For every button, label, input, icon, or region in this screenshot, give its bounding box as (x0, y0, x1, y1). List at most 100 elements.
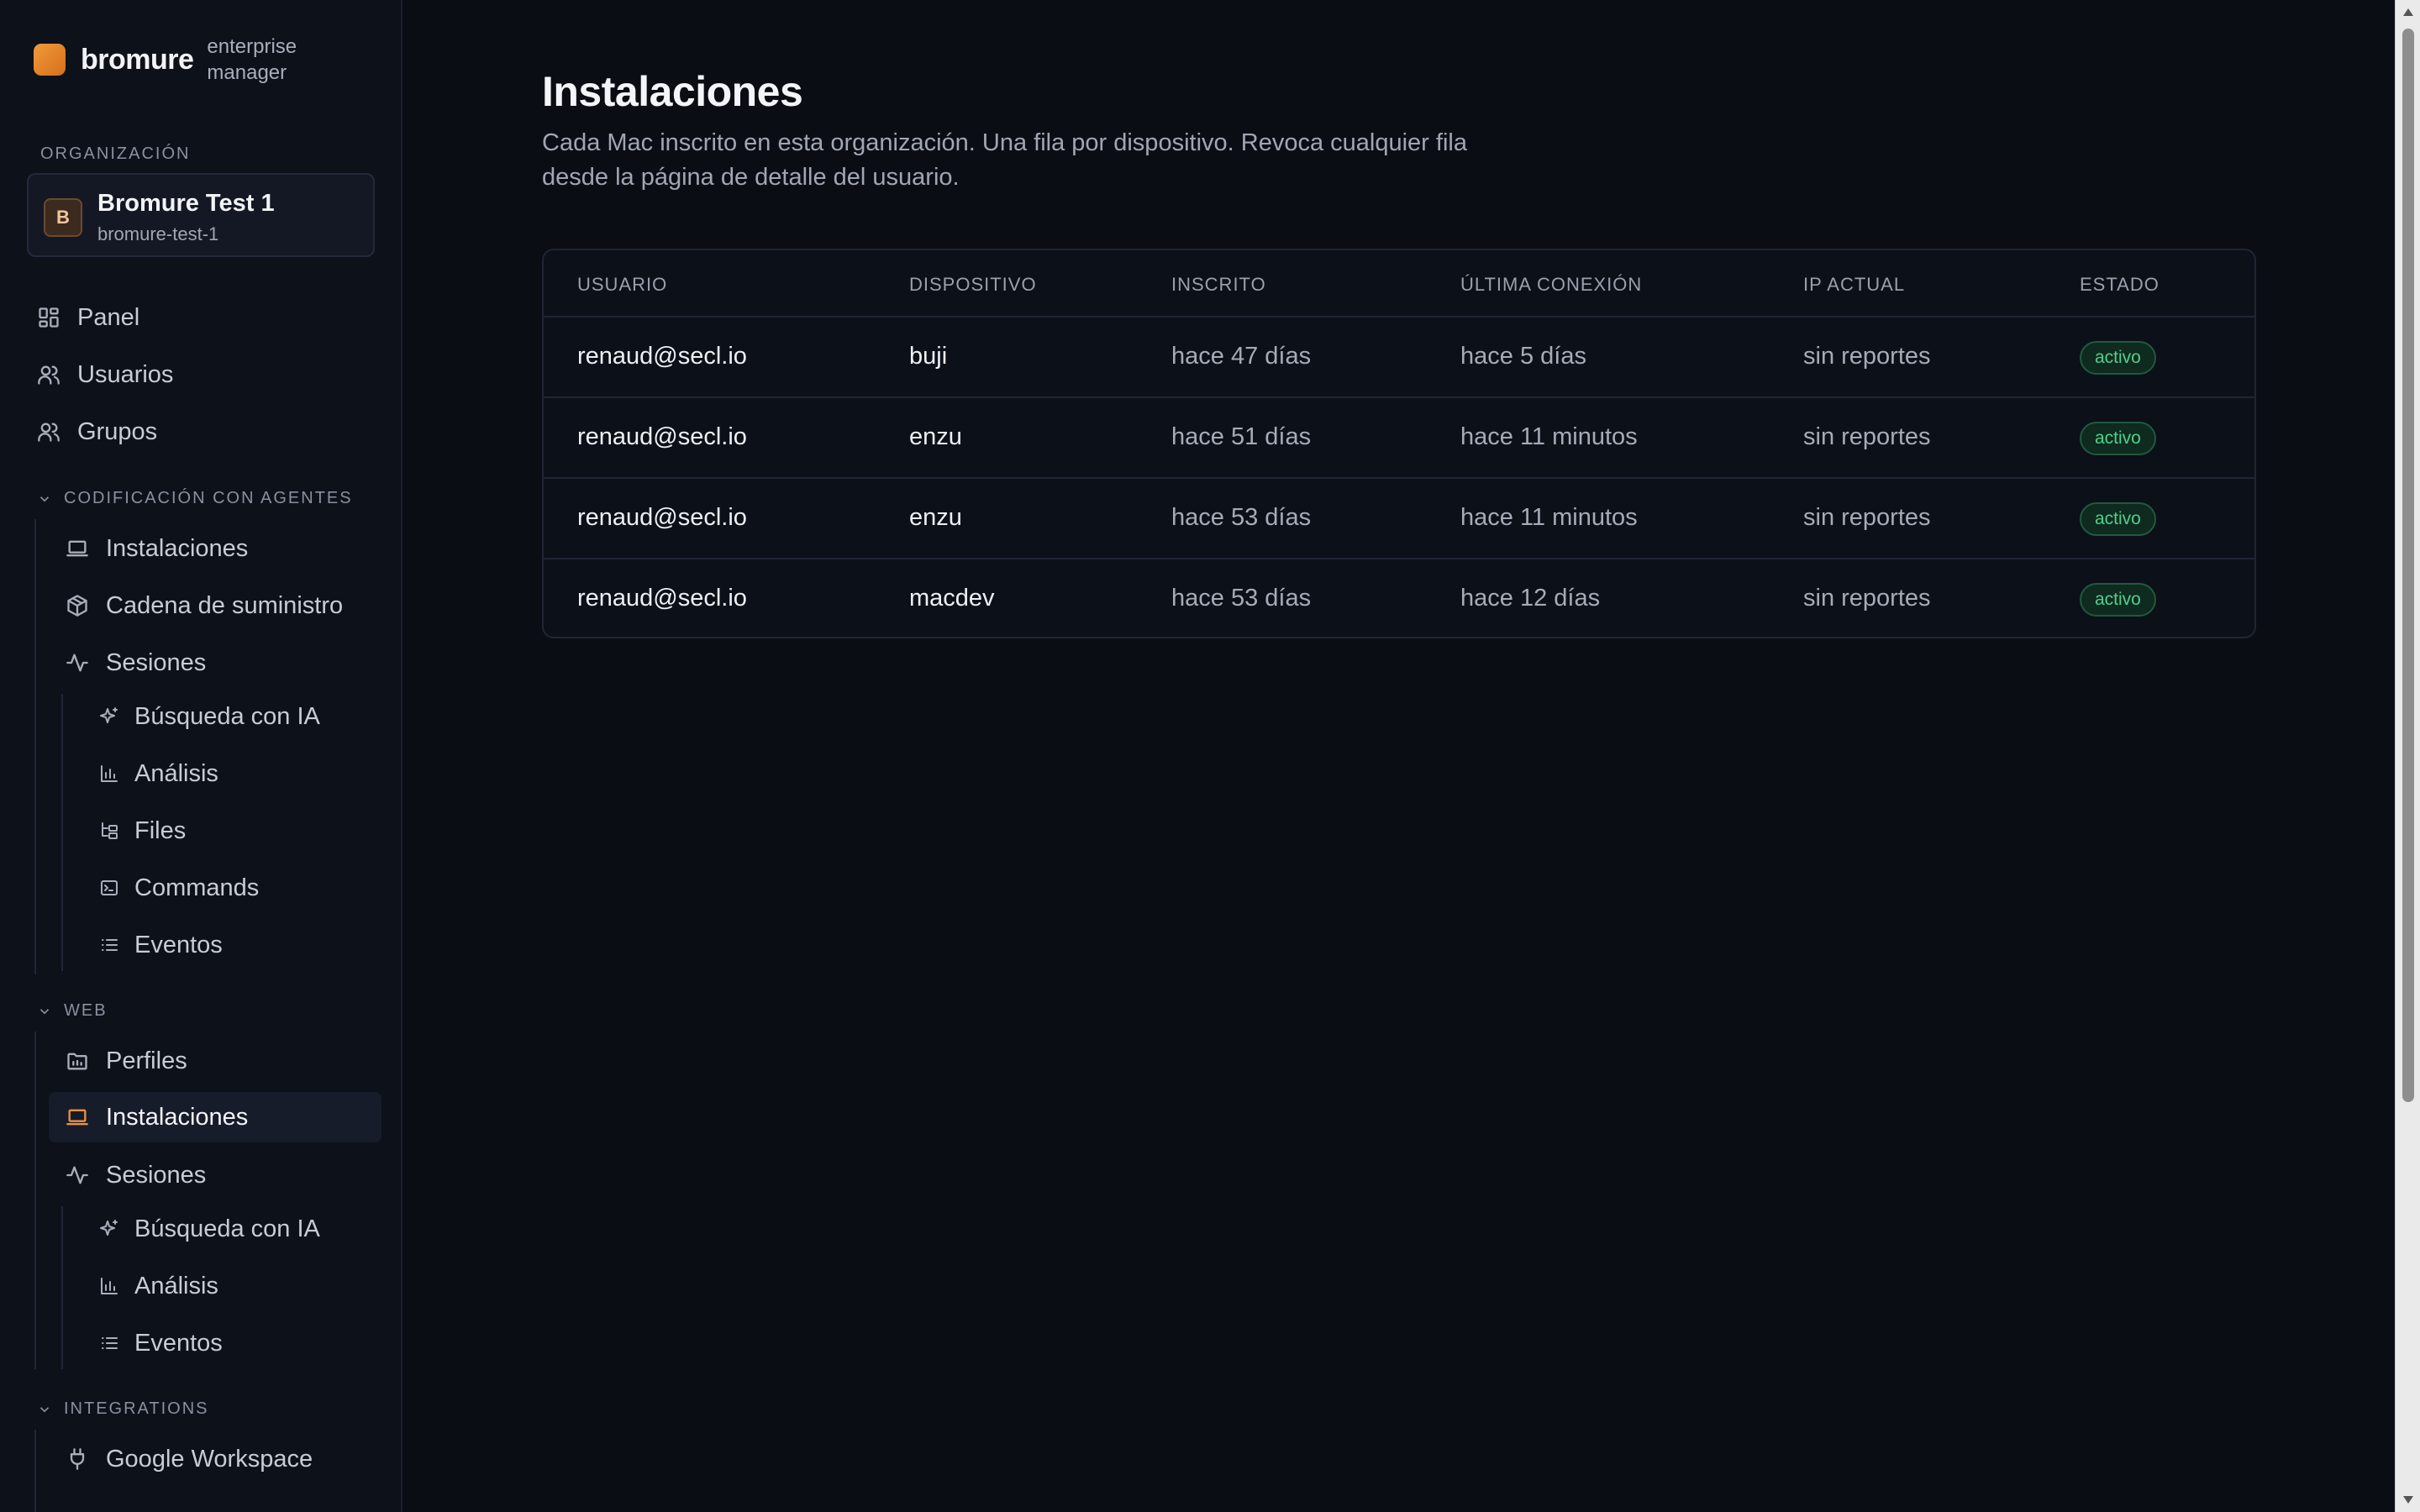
sidebar-item-agent-instalaciones[interactable]: Instalaciones (66, 523, 248, 574)
group-toggle-web[interactable]: WEB (37, 1001, 108, 1021)
sidebar-item-cadena-suministro[interactable]: Cadena de suministro (66, 580, 343, 631)
activity-icon (66, 651, 89, 675)
column-header-ip-actual[interactable]: IP ACTUAL (1803, 274, 1905, 296)
table-row[interactable]: renaud@secl.io buji hace 47 días hace 5 … (544, 318, 2254, 398)
cell-inscrito: hace 51 días (1171, 423, 1312, 450)
chevron-down-icon (39, 1406, 50, 1412)
package-icon (66, 594, 89, 617)
dashboard-icon (37, 306, 60, 329)
sidebar-item-agent-eventos[interactable]: Eventos (99, 920, 223, 970)
sidebar-item-label: Instalaciones (106, 1103, 249, 1131)
sidebar-item-web-busqueda-ia[interactable]: Búsqueda con IA (99, 1204, 320, 1254)
bar-chart-icon (99, 1276, 119, 1296)
org-switcher[interactable]: B Bromure Test 1 bromure-test-1 (27, 173, 375, 257)
sidebar-item-label: Files (134, 816, 187, 844)
cell-dispositivo: enzu (909, 423, 962, 450)
sidebar-item-commands[interactable]: Commands (99, 863, 259, 913)
laptop-icon (66, 1105, 89, 1129)
cell-inscrito: hace 53 días (1171, 585, 1312, 612)
main-content: Instalaciones Cada Mac inscrito en esta … (403, 0, 2395, 1512)
sidebar-item-label: Análisis (134, 759, 218, 787)
chevron-down-icon (39, 496, 50, 501)
cell-dispositivo: enzu (909, 504, 962, 531)
sidebar-item-agent-busqueda-ia[interactable]: Búsqueda con IA (99, 691, 320, 742)
sidebar-item-panel[interactable]: Panel (37, 292, 139, 343)
cell-usuario[interactable]: renaud@secl.io (577, 423, 747, 451)
cell-ip-actual: sin reportes (1803, 585, 1931, 612)
sidebar-item-perfiles[interactable]: Perfiles (66, 1036, 187, 1086)
sidebar-item-grupos[interactable]: Grupos (37, 407, 157, 457)
sidebar-item-web-instalaciones[interactable]: Instalaciones (49, 1092, 381, 1142)
cell-ip-actual: sin reportes (1803, 423, 1931, 450)
table-row[interactable]: renaud@secl.io enzu hace 53 días hace 11… (544, 479, 2254, 559)
sidebar-item-label: Commands (134, 874, 260, 901)
sidebar-item-label: Perfiles (106, 1047, 187, 1074)
installations-table: USUARIO DISPOSITIVO INSCRITO ÚLTIMA CONE… (542, 249, 2256, 638)
group-indent-line (34, 1430, 36, 1512)
sidebar-item-label: Grupos (77, 417, 158, 445)
cell-ultima-conexion: hace 11 minutos (1460, 423, 1638, 450)
sidebar-item-label: Sesiones (106, 1161, 207, 1189)
group-indent-line (34, 1032, 36, 1369)
cell-ultima-conexion: hace 11 minutos (1460, 504, 1638, 531)
sidebar-item-web-analisis[interactable]: Análisis (99, 1261, 218, 1311)
sidebar-item-web-sesiones[interactable]: Sesiones (66, 1150, 206, 1200)
group-toggle-codificacion[interactable]: CODIFICACIÓN CON AGENTES (37, 489, 353, 508)
sidebar-item-agent-sesiones[interactable]: Sesiones (66, 638, 206, 688)
brand-name: bromure (81, 43, 194, 76)
sidebar: bromure enterprise manager ORGANIZACIÓN … (0, 0, 402, 1512)
cell-inscrito: hace 47 días (1171, 343, 1312, 370)
sidebar-item-label: Instalaciones (106, 534, 249, 562)
sidebar-item-label: Panel (77, 303, 140, 331)
sidebar-item-label: Análisis (134, 1272, 218, 1299)
brand-subtitle: enterprise manager (207, 35, 297, 84)
cell-inscrito: hace 53 días (1171, 504, 1312, 531)
subgroup-indent-line (61, 1206, 63, 1369)
column-header-dispositivo[interactable]: DISPOSITIVO (909, 274, 1037, 296)
sparkles-icon (99, 706, 119, 727)
cell-usuario[interactable]: renaud@secl.io (577, 585, 747, 612)
sparkles-icon (99, 1219, 119, 1239)
column-header-estado[interactable]: ESTADO (2080, 274, 2160, 296)
sidebar-item-web-eventos[interactable]: Eventos (99, 1318, 223, 1368)
org-name: Bromure Test 1 (97, 190, 275, 217)
org-avatar: B (44, 198, 82, 237)
column-header-inscrito[interactable]: INSCRITO (1171, 274, 1266, 296)
table-row[interactable]: renaud@secl.io enzu hace 51 días hace 11… (544, 398, 2254, 479)
folder-profile-icon (66, 1049, 89, 1073)
cell-ultima-conexion: hace 12 días (1460, 585, 1601, 612)
folder-tree-icon (99, 821, 119, 841)
scroll-down-arrow-icon[interactable] (2403, 1496, 2413, 1504)
sidebar-item-label: Usuarios (77, 360, 174, 388)
page-scrollbar[interactable] (2395, 0, 2420, 1512)
sidebar-item-label: Búsqueda con IA (134, 1215, 320, 1242)
subgroup-indent-line (61, 694, 63, 971)
cell-ip-actual: sin reportes (1803, 504, 1931, 531)
brand[interactable]: bromure enterprise manager (34, 34, 316, 86)
groups-icon (37, 420, 60, 444)
group-toggle-integrations[interactable]: INTEGRATIONS (37, 1399, 209, 1419)
page-title: Instalaciones (542, 68, 803, 115)
cell-dispositivo: macdev (909, 585, 995, 612)
column-header-ultima-conexion[interactable]: ÚLTIMA CONEXIÓN (1460, 274, 1642, 296)
list-icon (99, 935, 119, 955)
group-indent-line (34, 519, 36, 974)
group-title: CODIFICACIÓN CON AGENTES (64, 489, 353, 507)
scroll-up-arrow-icon[interactable] (2403, 8, 2413, 16)
sidebar-item-files[interactable]: Files (99, 806, 186, 856)
sidebar-item-agent-analisis[interactable]: Análisis (99, 748, 218, 799)
sidebar-item-google-workspace[interactable]: Google Workspace (66, 1434, 313, 1484)
table-row[interactable]: renaud@secl.io macdev hace 53 días hace … (544, 559, 2254, 637)
scroll-thumb[interactable] (2402, 29, 2414, 1102)
users-icon (37, 363, 60, 386)
org-slug: bromure-test-1 (97, 223, 219, 244)
laptop-icon (66, 537, 89, 560)
cell-usuario[interactable]: renaud@secl.io (577, 504, 747, 532)
cell-usuario[interactable]: renaud@secl.io (577, 343, 747, 370)
cell-ultima-conexion: hace 5 días (1460, 343, 1586, 370)
status-badge: activo (2080, 502, 2156, 536)
column-header-usuario[interactable]: USUARIO (577, 274, 667, 296)
plug-icon (66, 1447, 89, 1471)
group-title: INTEGRATIONS (64, 1399, 209, 1418)
sidebar-item-usuarios[interactable]: Usuarios (37, 349, 173, 400)
